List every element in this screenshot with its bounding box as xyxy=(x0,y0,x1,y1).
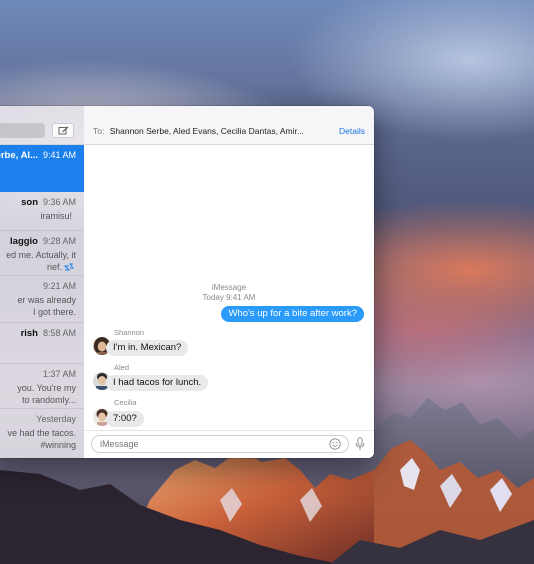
message-input[interactable] xyxy=(91,435,349,453)
conversation-preview: ve had the tacos. #winning xyxy=(7,427,76,451)
recipients-field[interactable]: To: Shannon Serbe, Aled Evans, Cecilia D… xyxy=(93,126,323,136)
conversation-name: son xyxy=(21,197,38,208)
conversation-time: 9:28 AM xyxy=(42,236,76,246)
conversation-preview: you. You're my to randomly... xyxy=(17,382,76,406)
compose-icon xyxy=(58,126,68,135)
message-bubble-incoming[interactable]: I had tacos for lunch. xyxy=(106,375,209,391)
message-bubble-incoming[interactable]: 7:00? xyxy=(106,411,144,427)
recipients-list: Shannon Serbe, Aled Evans, Cecilia Danta… xyxy=(109,126,304,136)
preview-line: ed me. Actually, it xyxy=(6,250,76,260)
conversation-time: Yesterday xyxy=(36,414,76,424)
conversation-time: 9:21 AM xyxy=(42,281,76,291)
conversation-item[interactable]: rish 8:58 AM xyxy=(0,323,84,364)
sender-name: Aled xyxy=(114,363,130,372)
conversation-preview: er was already I got there. xyxy=(17,294,76,318)
conversation-preview: iramisu! xyxy=(40,210,72,222)
service-label: iMessage xyxy=(211,283,247,292)
emoji-icon[interactable] xyxy=(329,438,341,450)
conversation-item[interactable]: son 9:36 AM iramisu! xyxy=(0,192,84,231)
preview-line: er was already xyxy=(17,295,76,305)
conversation-timestamp: Today 9:41 AM xyxy=(202,293,256,302)
preview-line: ve had the tacos. xyxy=(7,428,76,438)
conversation-item[interactable]: 9:21 AM er was already I got there. xyxy=(0,276,84,323)
conversation-name: rish xyxy=(20,328,38,339)
conversation-time: 1:37 AM xyxy=(42,369,76,379)
sender-name: Shannon xyxy=(114,328,145,337)
conversation-time: 9:36 AM xyxy=(42,197,76,207)
details-button[interactable]: Details xyxy=(339,126,365,136)
chat-header: To: Shannon Serbe, Aled Evans, Cecilia D… xyxy=(84,106,374,145)
preview-line: you. You're my xyxy=(17,383,76,393)
preview-line: rief. xyxy=(46,262,62,272)
conversation-item[interactable]: 1:37 AM you. You're my to randomly... xyxy=(0,364,84,409)
compose-button[interactable] xyxy=(52,123,74,138)
preview-line: iramisu! xyxy=(40,211,72,221)
conversation-time: 8:58 AM xyxy=(42,328,76,338)
conversation-item[interactable]: erbe, Al... 9:41 AM xyxy=(0,145,84,192)
conversation-name: erbe, Al... xyxy=(0,150,38,161)
conversation-item[interactable]: laggio 9:28 AM ed me. Actually, it rief. xyxy=(0,231,84,276)
preview-line: #winning xyxy=(40,440,76,450)
microphone-icon[interactable] xyxy=(355,437,365,451)
typing-indicator-icon xyxy=(64,263,74,271)
message-bubble-incoming[interactable]: I'm in. Mexican? xyxy=(106,340,189,356)
sidebar-toolbar xyxy=(0,106,84,145)
conversation-sidebar: erbe, Al... 9:41 AM son 9:36 AM iramisu!… xyxy=(0,106,85,458)
sender-name: Cecilia xyxy=(114,398,137,407)
conversation-preview: ed me. Actually, it rief. xyxy=(6,249,76,273)
conversation-item[interactable]: Yesterday ve had the tacos. #winning xyxy=(0,409,84,455)
message-input-bar xyxy=(84,430,374,458)
chat-pane: To: Shannon Serbe, Aled Evans, Cecilia D… xyxy=(84,106,374,458)
preview-line-2: rief. xyxy=(6,261,76,273)
preview-line: I got there. xyxy=(32,307,76,317)
message-bubble-outgoing[interactable]: Who's up for a bite after work? xyxy=(221,306,364,322)
conversation-time: 9:41 AM xyxy=(42,150,76,160)
to-label: To: xyxy=(93,126,105,136)
search-field[interactable] xyxy=(0,123,45,138)
messages-window: erbe, Al... 9:41 AM son 9:36 AM iramisu!… xyxy=(0,106,374,458)
conversation-name: laggio xyxy=(10,236,38,247)
preview-line: to randomly... xyxy=(22,395,76,405)
